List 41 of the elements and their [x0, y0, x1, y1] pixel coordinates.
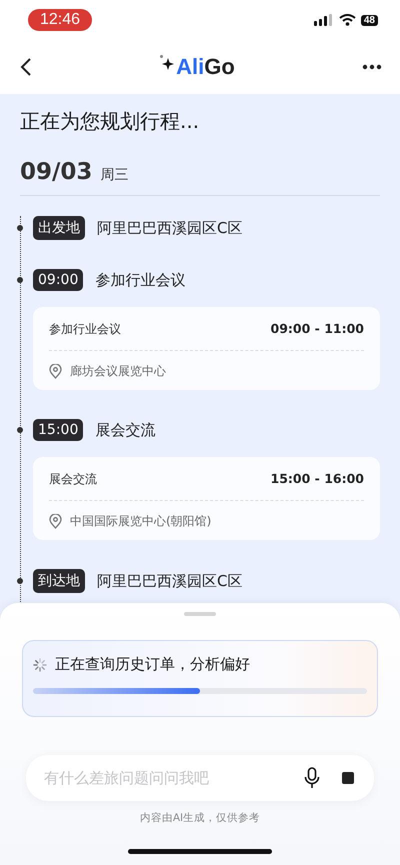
- event-name: 展会交流: [49, 471, 97, 488]
- place-tag: 出发地: [33, 216, 85, 240]
- timeline-title: 阿里巴巴西溪园区C区: [97, 572, 242, 590]
- timeline-dot: [17, 427, 23, 433]
- time-tag: 09:00: [33, 269, 84, 291]
- location-pin-icon: [49, 514, 62, 529]
- time-tag: 15:00: [33, 419, 84, 441]
- location-pin-icon: [49, 364, 62, 379]
- event-card[interactable]: 参加行业会议 09:00 - 11:00 廊坊会议展览中心: [33, 307, 380, 390]
- spinner-icon: [33, 658, 47, 672]
- event-time: 15:00 - 16:00: [270, 471, 364, 488]
- timeline-title: 参加行业会议: [95, 270, 186, 290]
- status-time: 12:46: [28, 9, 92, 31]
- disclaimer-text: 内容由AI生成，仅供参考: [140, 811, 260, 825]
- chat-input[interactable]: 有什么差旅问题问问我吧: [42, 768, 282, 788]
- place-tag: 到达地: [33, 569, 85, 593]
- timeline-dot: [17, 277, 23, 283]
- date-text: 09/03: [20, 159, 92, 185]
- app-logo: AliGo: [176, 54, 235, 80]
- signal-icon: [314, 14, 334, 26]
- sparkle-icon: [159, 54, 176, 70]
- event-card[interactable]: 展会交流 15:00 - 16:00 中国国际展览中心(朝阳馆): [33, 457, 380, 540]
- event-name: 参加行业会议: [49, 321, 121, 338]
- timeline-title: 展会交流: [95, 420, 156, 440]
- more-icon[interactable]: [362, 64, 382, 70]
- stop-icon[interactable]: [342, 772, 354, 784]
- progress-text: 正在查询历史订单，分析偏好: [55, 655, 250, 674]
- drag-handle[interactable]: [184, 612, 216, 616]
- wifi-icon: [338, 14, 356, 26]
- timeline-dot: [17, 578, 23, 584]
- page-title: 正在为您规划行程...: [20, 108, 200, 135]
- timeline-title: 阿里巴巴西溪园区C区: [97, 218, 242, 238]
- battery-level: 48: [360, 14, 378, 26]
- timeline-dot: [17, 225, 23, 231]
- back-icon[interactable]: [20, 57, 32, 77]
- chat-input-bar[interactable]: 有什么差旅问题问问我吧: [26, 755, 374, 801]
- event-time: 09:00 - 11:00: [270, 321, 364, 338]
- event-location: 中国国际展览中心(朝阳馆): [70, 513, 212, 530]
- event-location: 廊坊会议展览中心: [70, 363, 166, 380]
- weekday-text: 周三: [100, 166, 128, 184]
- microphone-icon[interactable]: [304, 767, 320, 789]
